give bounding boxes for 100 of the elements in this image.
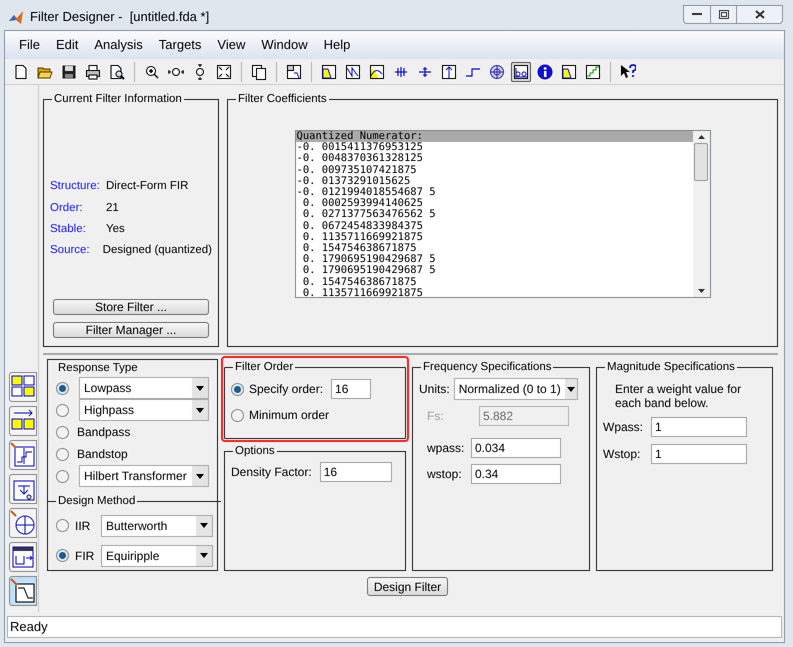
field-value: Direct-Form FIR [106, 179, 188, 194]
status-text: Ready [10, 618, 48, 636]
menu-item[interactable]: Edit [48, 35, 86, 55]
list-item: -0. 009735107421875 [296, 164, 418, 176]
field-label: Wstop: [603, 446, 642, 464]
field-label: Wpass: [603, 419, 644, 436]
radio-label: Bandstop [77, 446, 128, 464]
radio-label: Minimum order [249, 407, 330, 424]
group-title: Current Filter Information [53, 92, 183, 107]
radio-button[interactable] [56, 426, 69, 439]
group-title: Options [234, 444, 276, 459]
toolbar-button[interactable] [511, 62, 531, 82]
dropdown-value: Hilbert Transformer [83, 468, 188, 486]
list-item: 0. 154754638671875 [302, 276, 418, 288]
text-field[interactable]: 0.34 [471, 464, 561, 484]
caret-icon [200, 523, 208, 528]
windows-icon [251, 64, 267, 80]
dropdown[interactable]: Normalized (0 to 1) [454, 378, 578, 400]
panel-button[interactable] [9, 576, 37, 606]
panel-button[interactable] [9, 372, 37, 402]
scrollbar[interactable] [692, 131, 710, 298]
page-magnifier-icon [109, 64, 125, 80]
list-item: 0. 1135711669921875 [302, 232, 424, 243]
menu-item[interactable]: Analysis [86, 35, 151, 55]
impulse-response-icon [441, 64, 457, 80]
round-off-noise-icon [585, 64, 601, 80]
text-field[interactable]: 1 [651, 417, 747, 438]
menu-item[interactable]: File [11, 35, 48, 55]
list-item: 0. 1790695190429687 5 [302, 254, 437, 266]
list-item: -0. 01373291015625 [296, 176, 412, 187]
field-label: Structure: [50, 179, 101, 194]
text-field[interactable]: 16 [331, 379, 372, 400]
radio-button[interactable] [56, 470, 69, 483]
radio-button[interactable] [56, 519, 69, 532]
radio-button[interactable] [56, 382, 69, 395]
radio-button[interactable] [56, 549, 69, 562]
group-title: Design Method [57, 494, 136, 510]
pole-zero-edit-icon [10, 510, 36, 536]
scroll-thumb[interactable] [694, 143, 708, 182]
radio-button[interactable] [231, 382, 244, 396]
dropdown[interactable]: Butterworth [101, 514, 213, 536]
magnitude-response-icon [561, 64, 577, 80]
field-label: wpass: [427, 440, 466, 458]
caret-icon [200, 553, 208, 558]
panel-button[interactable] [9, 440, 37, 470]
panel-button[interactable] [9, 508, 37, 538]
group-title: Response Type [57, 361, 139, 376]
field-label: Source: [50, 243, 91, 258]
up-arrow-icon [698, 135, 704, 140]
panel-button[interactable] [9, 542, 37, 572]
coefficient-list[interactable] [294, 130, 710, 298]
dropdown-value: Butterworth [105, 518, 168, 534]
push-button[interactable]: Design Filter [366, 577, 448, 596]
menu-item[interactable]: Help [316, 35, 358, 55]
design-filter-icon [10, 578, 36, 604]
new-file-icon [13, 64, 29, 80]
info-icon [537, 64, 553, 80]
pole-zero-icon [489, 64, 505, 80]
radio-button[interactable] [231, 408, 244, 422]
radio-button[interactable] [56, 448, 69, 461]
radio-label: Specify order: [249, 381, 324, 398]
dropdown[interactable]: Equiripple [101, 544, 213, 566]
list-item: 0. 154754638671875 [302, 243, 417, 254]
field-value: Yes [106, 222, 125, 237]
menu-item[interactable]: Window [253, 35, 316, 55]
dropdown[interactable]: Lowpass [79, 377, 209, 400]
radio-label: FIR [75, 548, 95, 564]
list-item: 0. 0002593994140625 [302, 198, 424, 210]
coefficients-icon [513, 64, 529, 80]
toolbar-button[interactable] [535, 62, 555, 82]
text-field[interactable]: 0.034 [471, 438, 561, 458]
text-field[interactable]: 16 [320, 462, 392, 482]
close-button[interactable] [737, 4, 783, 24]
dropdown[interactable]: Hilbert Transformer [79, 465, 209, 488]
maximize-button[interactable] [711, 4, 737, 24]
menu-item[interactable]: View [209, 35, 254, 55]
group-title: Magnitude Specifications [606, 360, 736, 375]
panel-button[interactable] [9, 406, 37, 436]
minimize-button[interactable] [683, 4, 711, 24]
instruction-text: Enter a weight value for each band below. [614, 382, 742, 410]
field-label: wstop: [427, 466, 463, 484]
text-field[interactable]: 1 [651, 444, 747, 464]
list-item: -0. 0048370361328125 [296, 153, 424, 165]
dropdown[interactable]: Highpass [79, 399, 209, 422]
menu-item[interactable]: Targets [150, 35, 210, 55]
field-label: Units: [419, 381, 450, 398]
close-icon [754, 10, 764, 18]
radio-button[interactable] [56, 404, 69, 417]
import-icon [10, 544, 36, 570]
push-button[interactable]: Store Filter ... [53, 299, 209, 315]
window-title: Filter Designer - [untitled.fda *] [30, 8, 210, 26]
down-arrow-icon [698, 289, 704, 294]
list-item: 0. 0271377563476562 5 [302, 209, 437, 221]
push-button[interactable]: Filter Manager ... [53, 322, 209, 338]
group-title: Filter Coefficients [237, 92, 328, 107]
panel-button[interactable] [9, 474, 37, 504]
maximize-icon [718, 10, 728, 18]
caret-icon [196, 408, 204, 413]
field-label: Density Factor: [231, 464, 312, 482]
printer-icon [85, 64, 101, 80]
